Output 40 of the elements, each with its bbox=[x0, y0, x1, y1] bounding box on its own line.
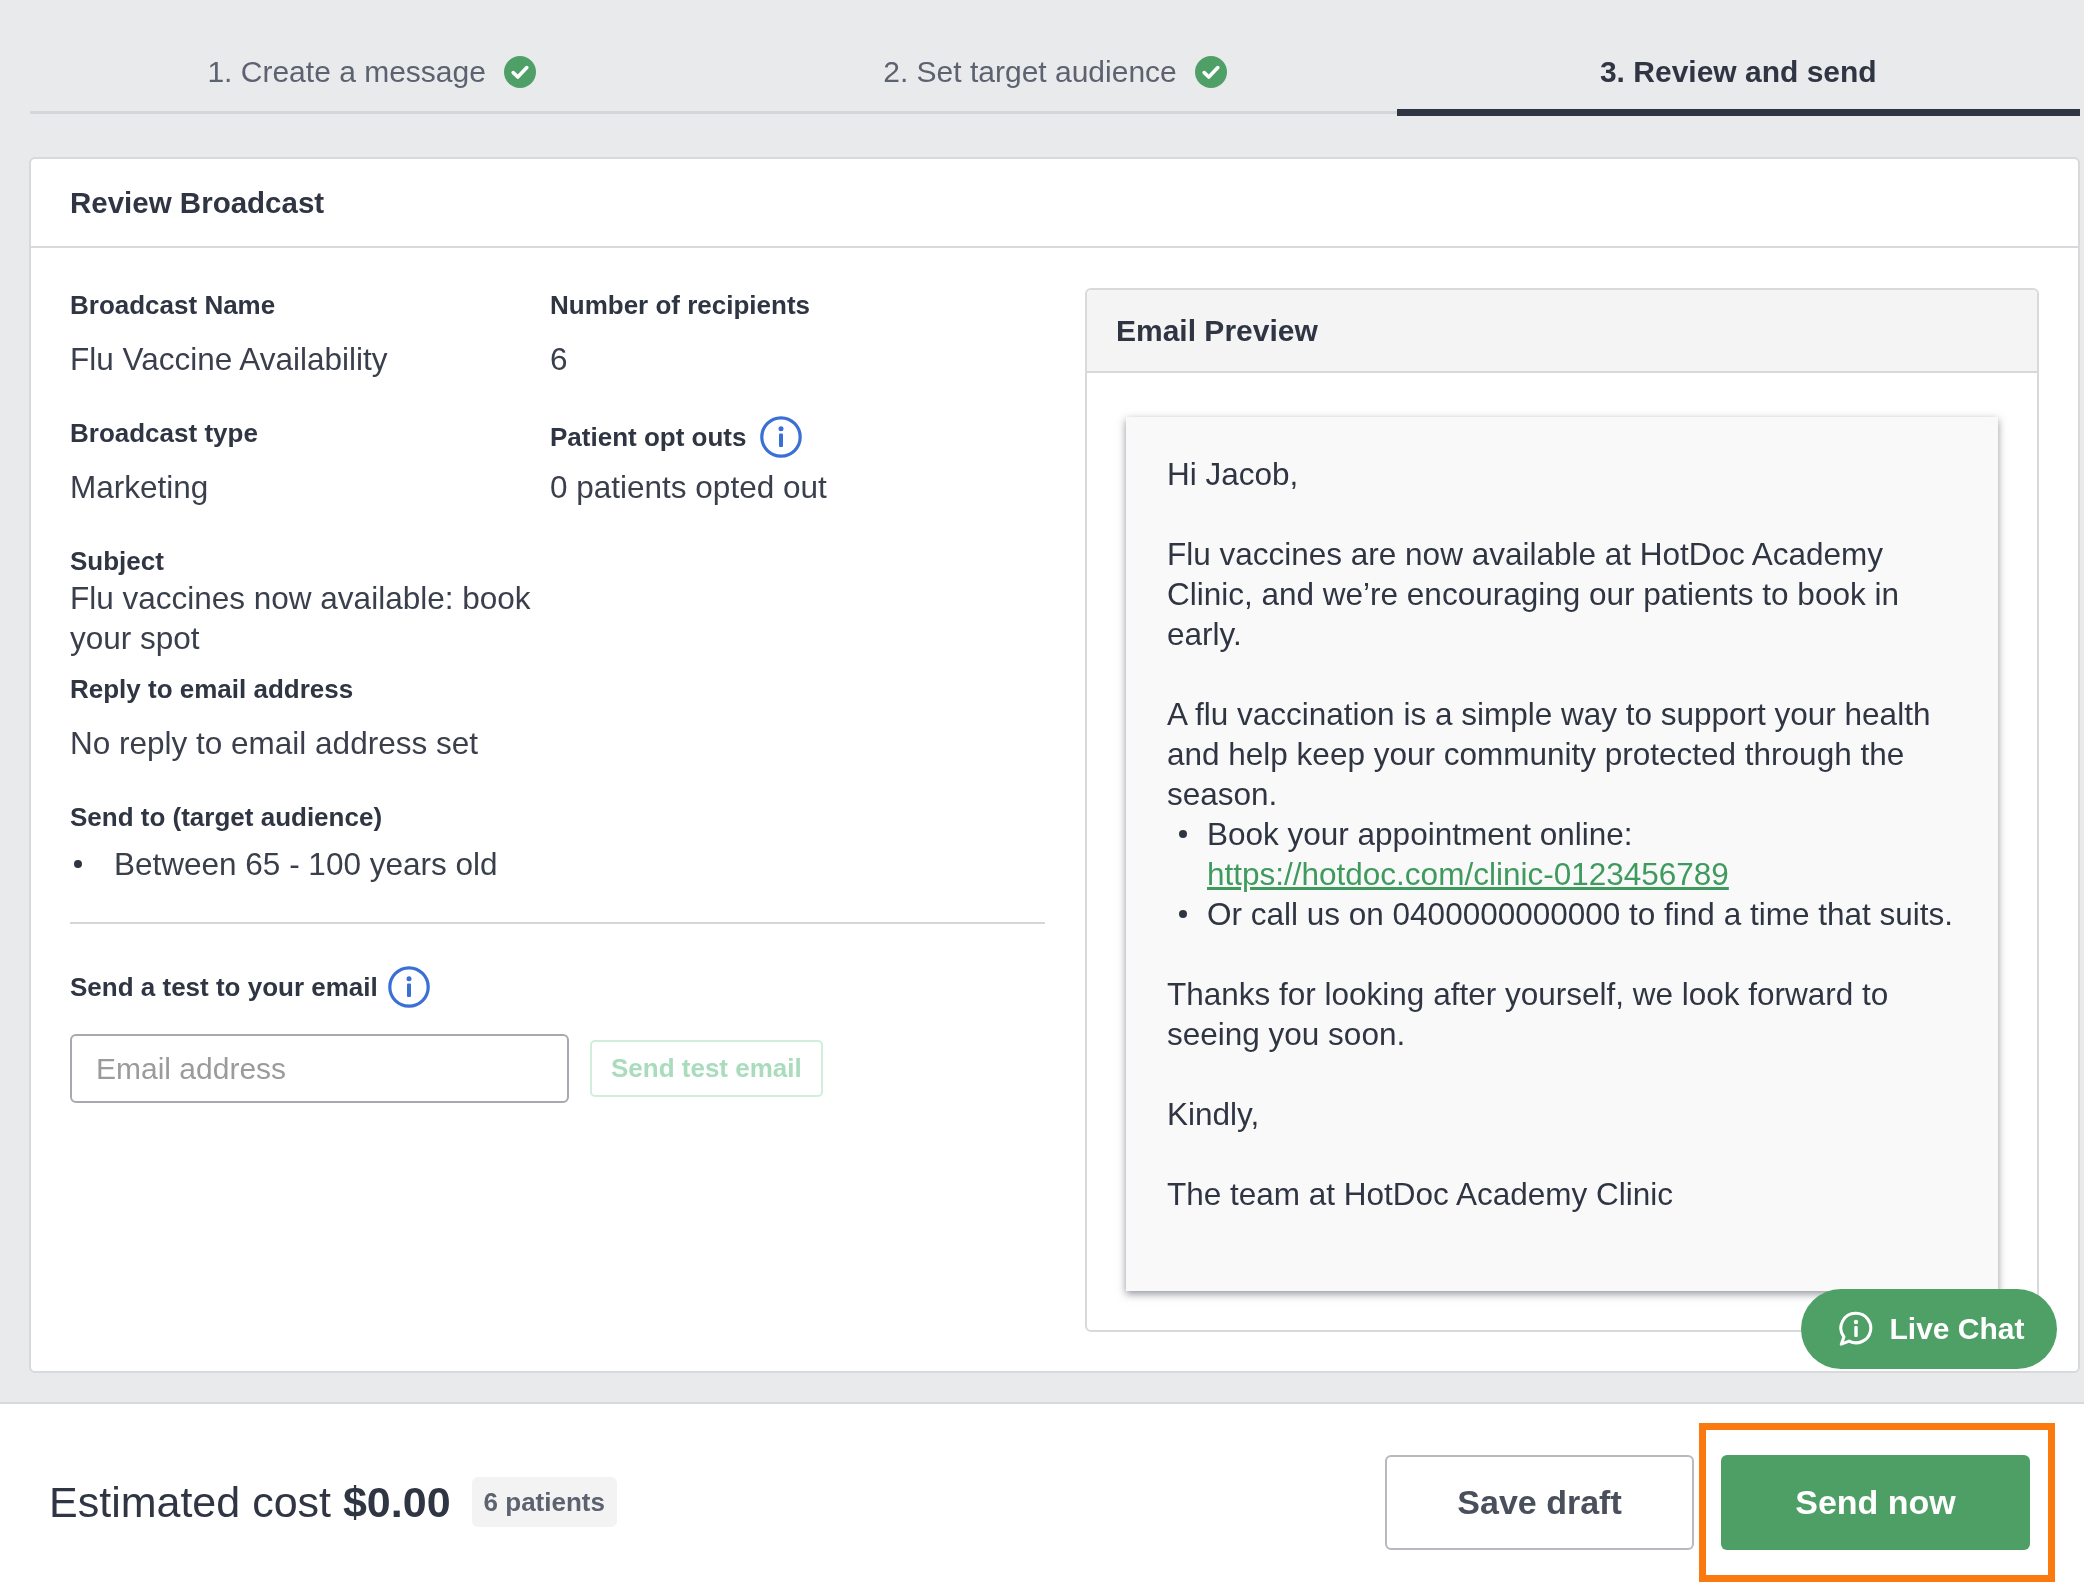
email-input[interactable]: Email address bbox=[70, 1034, 569, 1103]
field-label: Reply to email address bbox=[70, 673, 354, 706]
list-item: Between 65 - 100 years old bbox=[114, 845, 498, 884]
save-button[interactable]: Save draft bbox=[1385, 1454, 1694, 1550]
field-label: Send a test to your email bbox=[70, 971, 378, 1004]
bullet-icon bbox=[74, 860, 82, 868]
email-paragraph: The team at HotDoc Academy Clinic bbox=[1167, 1175, 1674, 1214]
step-tab[interactable]: 2. Set target audience bbox=[713, 0, 1397, 116]
step-tab[interactable]: 1. Create a message bbox=[30, 0, 714, 116]
cost-summary: Estimated cost $0.00 bbox=[49, 1477, 451, 1527]
info-icon[interactable] bbox=[760, 416, 803, 458]
field-label: Patient opt outs bbox=[550, 421, 747, 454]
step-tab[interactable]: 3. Review and send bbox=[1396, 0, 2080, 116]
email-paragraph: Kindly, bbox=[1167, 1095, 1261, 1134]
send-button[interactable]: Send now bbox=[1721, 1454, 2030, 1550]
field-value: 6 bbox=[550, 340, 569, 379]
field-label: Number of recipients bbox=[550, 289, 811, 322]
live-chat-button[interactable]: Live Chat bbox=[1801, 1289, 2057, 1369]
field-label: Subject bbox=[70, 545, 164, 578]
field-value: No reply to email address set bbox=[70, 724, 479, 763]
bullet-icon bbox=[1179, 910, 1187, 918]
email-paragraph: Thanks for looking after yourself, we look forward to seeing you soon. bbox=[1167, 975, 1890, 1054]
bullet-icon bbox=[1179, 830, 1187, 838]
panel-title: Review Broadcast bbox=[70, 185, 325, 220]
field-value: Flu Vaccine Availability bbox=[70, 340, 389, 379]
field-label: Broadcast Name bbox=[70, 289, 276, 322]
email-paragraph: Flu vaccines are now available at HotDoc Academy Clinic, and we’re encouraging our patients to book in early. bbox=[1167, 535, 1900, 654]
field-value: 0 patients opted out bbox=[550, 468, 828, 507]
panel-title: Email Preview bbox=[1116, 313, 1318, 348]
email-list-item: Or call us on 0400000000000 to find a time that suits. bbox=[1207, 896, 1953, 932]
info-icon[interactable] bbox=[387, 966, 430, 1008]
email-link[interactable]: https://hotdoc.com/clinic-0123456789 bbox=[1207, 856, 1729, 892]
email-paragraph: A flu vaccination is a simple way to support your health and help keep your community protected through the season. bbox=[1167, 695, 1932, 814]
field-value: Marketing bbox=[70, 468, 210, 507]
email-paragraph: Hi Jacob, bbox=[1167, 455, 1300, 494]
email-list-item: Book your appointment online: bbox=[1207, 816, 1633, 852]
field-label: Broadcast type bbox=[70, 417, 258, 450]
field-label: Send to (target audience) bbox=[70, 801, 383, 834]
field-value: Flu vaccines now available: book your spot bbox=[70, 579, 532, 658]
recipients-badge: 6 patients bbox=[471, 1477, 617, 1527]
